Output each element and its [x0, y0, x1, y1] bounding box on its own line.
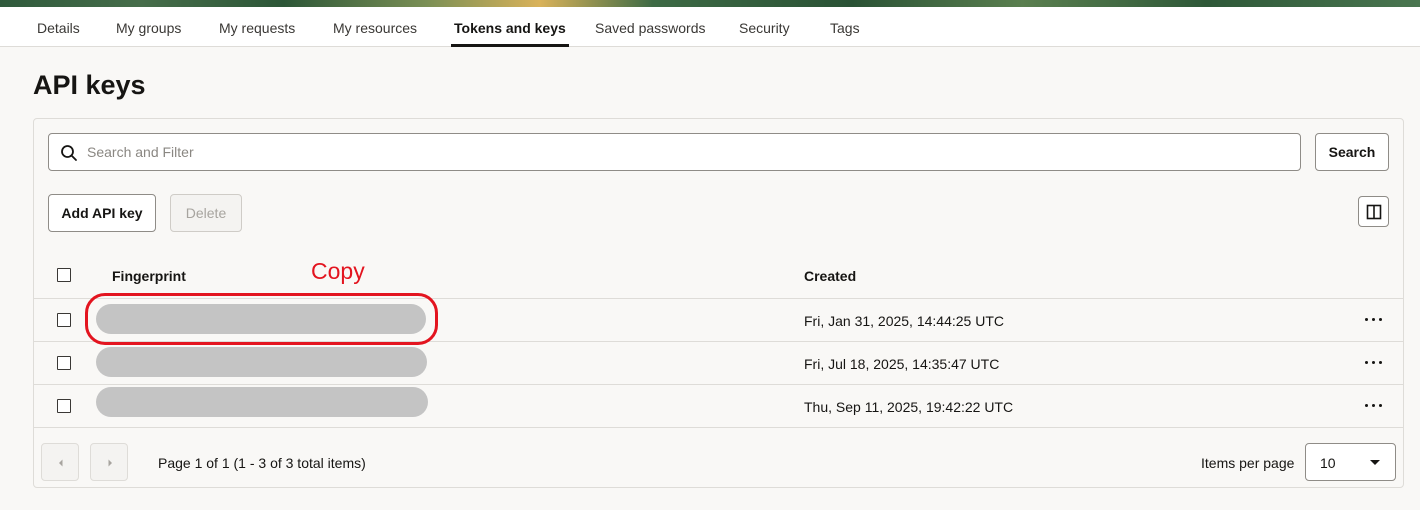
search-button[interactable]: Search — [1315, 133, 1389, 171]
redacted-fingerprint[interactable] — [96, 387, 428, 417]
row-checkbox[interactable] — [57, 399, 71, 413]
tab-tokens-and-keys-label: Tokens and keys — [454, 20, 566, 36]
row-checkbox[interactable] — [57, 356, 71, 370]
items-per-page-label: Items per page — [1201, 455, 1295, 471]
redacted-fingerprint[interactable] — [96, 347, 427, 377]
created-cell: Fri, Jan 31, 2025, 14:44:25 UTC — [804, 313, 1004, 329]
tab-my-requests[interactable]: My requests — [219, 7, 295, 47]
page-title: API keys — [33, 70, 146, 100]
active-tab-indicator — [451, 44, 569, 47]
tab-tags[interactable]: Tags — [830, 7, 860, 47]
search-icon — [61, 145, 77, 161]
created-cell: Thu, Sep 11, 2025, 19:42:22 UTC — [804, 399, 1014, 415]
annotation-copy-label: Copy — [311, 258, 365, 284]
items-per-page-value: 10 — [1320, 455, 1336, 471]
created-cell: Fri, Jul 18, 2025, 14:35:47 UTC — [804, 356, 1000, 372]
tab-details[interactable]: Details — [37, 7, 80, 47]
pagination-info: Page 1 of 1 (1 - 3 of 3 total items) — [158, 455, 366, 471]
column-header-created[interactable]: Created — [804, 268, 856, 284]
column-header-fingerprint[interactable]: Fingerprint — [112, 268, 186, 284]
search-input[interactable] — [87, 134, 1287, 170]
tab-tokens-and-keys[interactable]: Tokens and keys — [451, 7, 569, 47]
tab-my-resources[interactable]: My resources — [333, 7, 417, 47]
tab-saved-passwords[interactable]: Saved passwords — [595, 7, 706, 47]
tab-security[interactable]: Security — [739, 7, 790, 47]
tab-my-groups[interactable]: My groups — [116, 7, 181, 47]
chevron-right-icon — [108, 459, 112, 467]
tab-bar: Details My groups My requests My resourc… — [0, 7, 1420, 47]
column-layout-icon — [1366, 204, 1382, 220]
column-layout-button[interactable] — [1358, 196, 1389, 227]
chevron-down-icon — [1370, 460, 1380, 465]
row-checkbox[interactable] — [57, 313, 71, 327]
select-all-checkbox[interactable] — [57, 268, 71, 282]
items-per-page-select[interactable]: 10 — [1305, 443, 1396, 481]
table-divider — [34, 427, 1403, 428]
annotation-highlight — [85, 293, 438, 345]
more-actions-icon[interactable] — [1363, 356, 1385, 370]
chevron-left-icon — [59, 459, 63, 467]
more-actions-icon[interactable] — [1363, 313, 1385, 327]
previous-page-button[interactable] — [41, 443, 79, 481]
header-banner — [0, 0, 1420, 7]
next-page-button[interactable] — [90, 443, 128, 481]
table-divider — [34, 384, 1403, 385]
delete-button[interactable]: Delete — [170, 194, 242, 232]
more-actions-icon[interactable] — [1363, 399, 1385, 413]
search-field[interactable] — [48, 133, 1301, 171]
add-api-key-button[interactable]: Add API key — [48, 194, 156, 232]
